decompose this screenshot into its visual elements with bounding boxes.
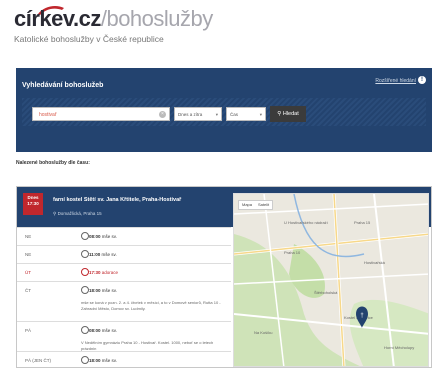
tab-satellite[interactable]: Satelit	[255, 201, 272, 209]
chevron-down-icon: ▾	[259, 112, 262, 117]
clock-icon	[81, 250, 89, 258]
map-label: Praha 10	[284, 250, 301, 255]
date-badge-time: 17:30	[27, 201, 39, 206]
map-canvas: Praha 10 Praha 15 Hostivařská Na Košíku …	[234, 194, 428, 366]
map-label: Horní Měcholupy	[384, 345, 414, 350]
row-time: 18:00 mše sv.	[89, 358, 117, 363]
date-select-value: Dnes a zítra	[178, 112, 203, 117]
clock-icon	[81, 286, 89, 294]
clock-icon	[81, 268, 89, 276]
schedule-row: NE 11:00 mše sv.	[17, 245, 231, 263]
results-heading: Nalezené bohoslužby dle času:	[16, 160, 90, 166]
tab-map[interactable]: Mapa	[239, 201, 255, 209]
search-button-label: Hledat	[282, 111, 299, 117]
row-time: 17:30 adorace	[89, 270, 119, 275]
service-card: Dnes 17:30 farní kostel Stětí sv. Jana K…	[16, 186, 432, 368]
search-panel: Vyhledávání bohoslužeb Rozšířené hledání…	[16, 68, 432, 152]
search-title: Vyhledávání bohoslužeb	[22, 82, 104, 89]
schedule-row: PÁ (JEN ČT) 18:00 mše sv.	[17, 351, 231, 368]
info-icon[interactable]: !	[418, 76, 426, 84]
schedule-row: ÚT 17:30 adorace	[17, 263, 231, 281]
map-label: Hostivařská	[364, 260, 386, 265]
pin-icon: ⚲	[53, 211, 57, 216]
search-icon: ⚲	[277, 111, 282, 117]
search-input-value: hostivař	[39, 112, 57, 118]
row-time: 08:00 mše sv.	[89, 328, 117, 333]
clear-icon[interactable]: ×	[159, 111, 166, 118]
row-day: ČT	[25, 288, 31, 293]
date-select[interactable]: Dnes a zítra ▾	[174, 107, 222, 121]
logo-tld: .cz	[72, 6, 101, 31]
church-address-text: Domažlická, Praha 15	[57, 211, 102, 216]
church-address: ⚲ Domažlická, Praha 15	[53, 211, 102, 217]
site-logo[interactable]: církev.cz/bohoslužby Katolické bohoslužb…	[14, 4, 214, 46]
map-label: Štěrboholská	[314, 290, 338, 295]
church-title[interactable]: farní kostel Stětí sv. Jana Křtitele, Pr…	[53, 197, 181, 203]
schedule-row: ČT 18:00 mše sv. mše se koná v pozn. 2. …	[17, 281, 231, 321]
chevron-down-icon: ▾	[215, 112, 218, 117]
map-label: Praha 15	[354, 220, 371, 225]
time-select[interactable]: Čas ▾	[226, 107, 266, 121]
map-label: U Hostivařského nádraží	[284, 220, 329, 225]
svg-text:†: †	[360, 313, 363, 319]
logo-section: /bohoslužby	[100, 6, 213, 31]
clock-icon	[81, 326, 89, 334]
clock-icon	[81, 356, 89, 364]
logo-tagline: Katolické bohoslužby v České republice	[14, 34, 164, 44]
row-day: PÁ (JEN ČT)	[25, 358, 52, 363]
search-button[interactable]: ⚲ Hledat	[270, 106, 306, 122]
logo-main: církev	[14, 6, 73, 31]
row-day: NE	[25, 234, 32, 239]
map-label: Na Košíku	[254, 330, 272, 335]
row-day: ÚT	[25, 270, 31, 275]
schedule-list: NE 08:00 mše sv. NE 11:00 mše sv. ÚT 17:…	[17, 227, 231, 368]
advanced-search-link[interactable]: Rozšířené hledání	[375, 78, 416, 84]
row-time: 11:00 mše sv.	[89, 252, 117, 257]
time-select-value: Čas	[230, 112, 239, 117]
row-note: mše se koná v pozn. 2. a 4. čtvrtek v mě…	[81, 300, 221, 311]
row-time: 18:00 mše sv.	[89, 288, 117, 293]
row-day: PÁ	[25, 328, 32, 333]
map[interactable]: Praha 10 Praha 15 Hostivařská Na Košíku …	[233, 193, 429, 367]
map-type-tabs: Mapa Satelit	[238, 200, 274, 210]
row-time: 08:00 mše sv.	[89, 234, 117, 239]
schedule-row: NE 08:00 mše sv.	[17, 227, 231, 245]
row-day: NE	[25, 252, 32, 257]
schedule-row: PÁ 08:00 mše sv. V Nedělním gymnáziu Pra…	[17, 321, 231, 351]
date-badge: Dnes 17:30	[23, 193, 43, 215]
clock-icon	[81, 232, 89, 240]
search-input[interactable]: hostivař ×	[32, 107, 170, 121]
